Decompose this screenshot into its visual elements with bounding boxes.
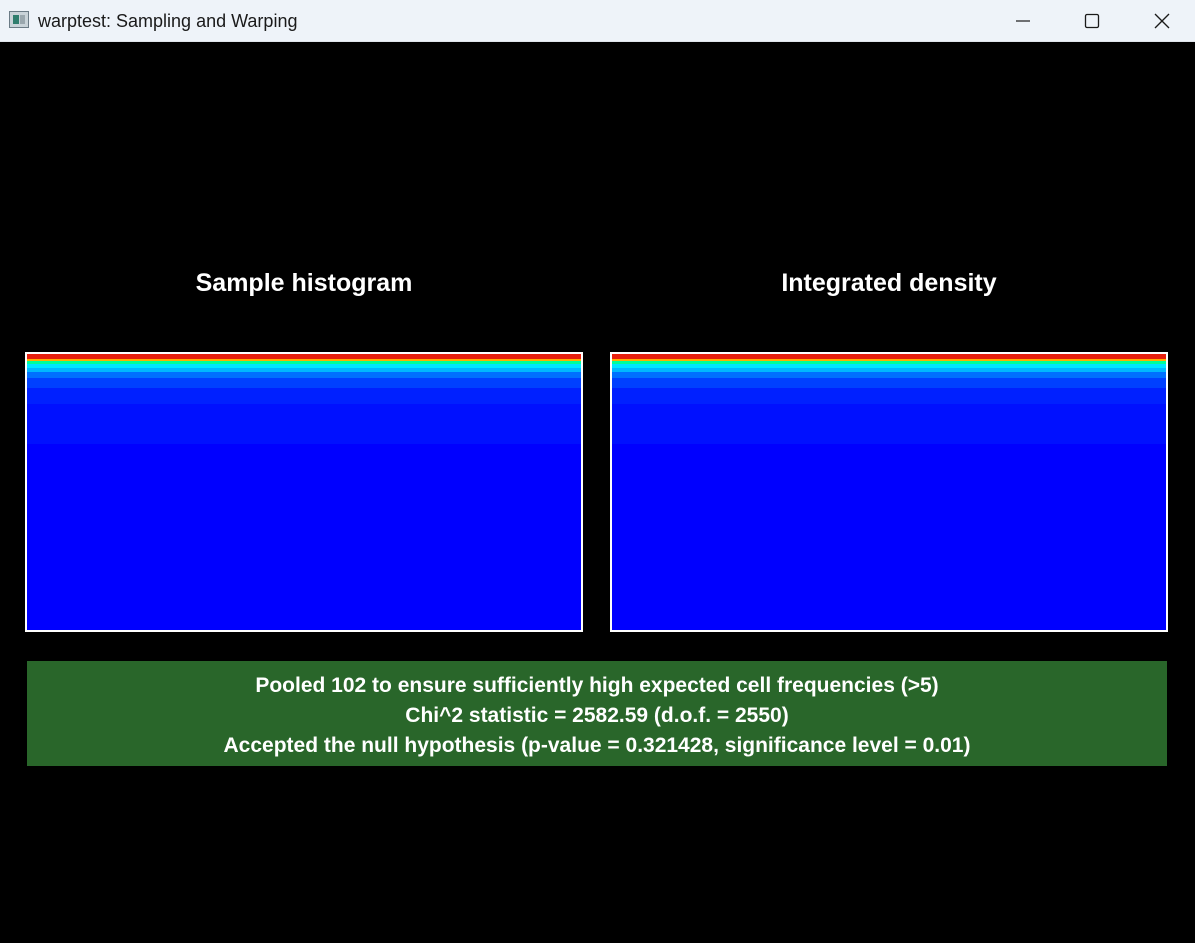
minimize-icon xyxy=(1016,20,1030,22)
chi-square-statistic: Chi^2 statistic = 2582.59 (d.o.f. = 2550… xyxy=(405,704,789,727)
minimize-button[interactable] xyxy=(988,0,1058,42)
app-window-icon xyxy=(9,11,29,28)
title-bar[interactable]: warptest: Sampling and Warping xyxy=(0,0,1195,42)
hypothesis-result: Accepted the null hypothesis (p-value = … xyxy=(223,734,971,757)
maximize-icon xyxy=(1084,13,1100,29)
window-title: warptest: Sampling and Warping xyxy=(38,11,298,31)
integrated-density-plot[interactable] xyxy=(610,352,1168,632)
sample-histogram-plot[interactable] xyxy=(25,352,583,632)
maximize-button[interactable] xyxy=(1057,0,1127,42)
sample-histogram-title: Sample histogram xyxy=(195,269,413,297)
sample-histogram-heatmap xyxy=(27,354,581,630)
chi-square-result-panel: Pooled 102 to ensure sufficiently high e… xyxy=(27,661,1167,766)
app-window: warptest: Sampling and Warping Sample hi… xyxy=(0,0,1195,943)
pooling-message: Pooled 102 to ensure sufficiently high e… xyxy=(255,674,939,697)
integrated-density-heatmap xyxy=(612,354,1166,630)
close-icon xyxy=(1154,13,1170,29)
integrated-density-title: Integrated density xyxy=(781,269,997,297)
close-button[interactable] xyxy=(1126,0,1195,42)
